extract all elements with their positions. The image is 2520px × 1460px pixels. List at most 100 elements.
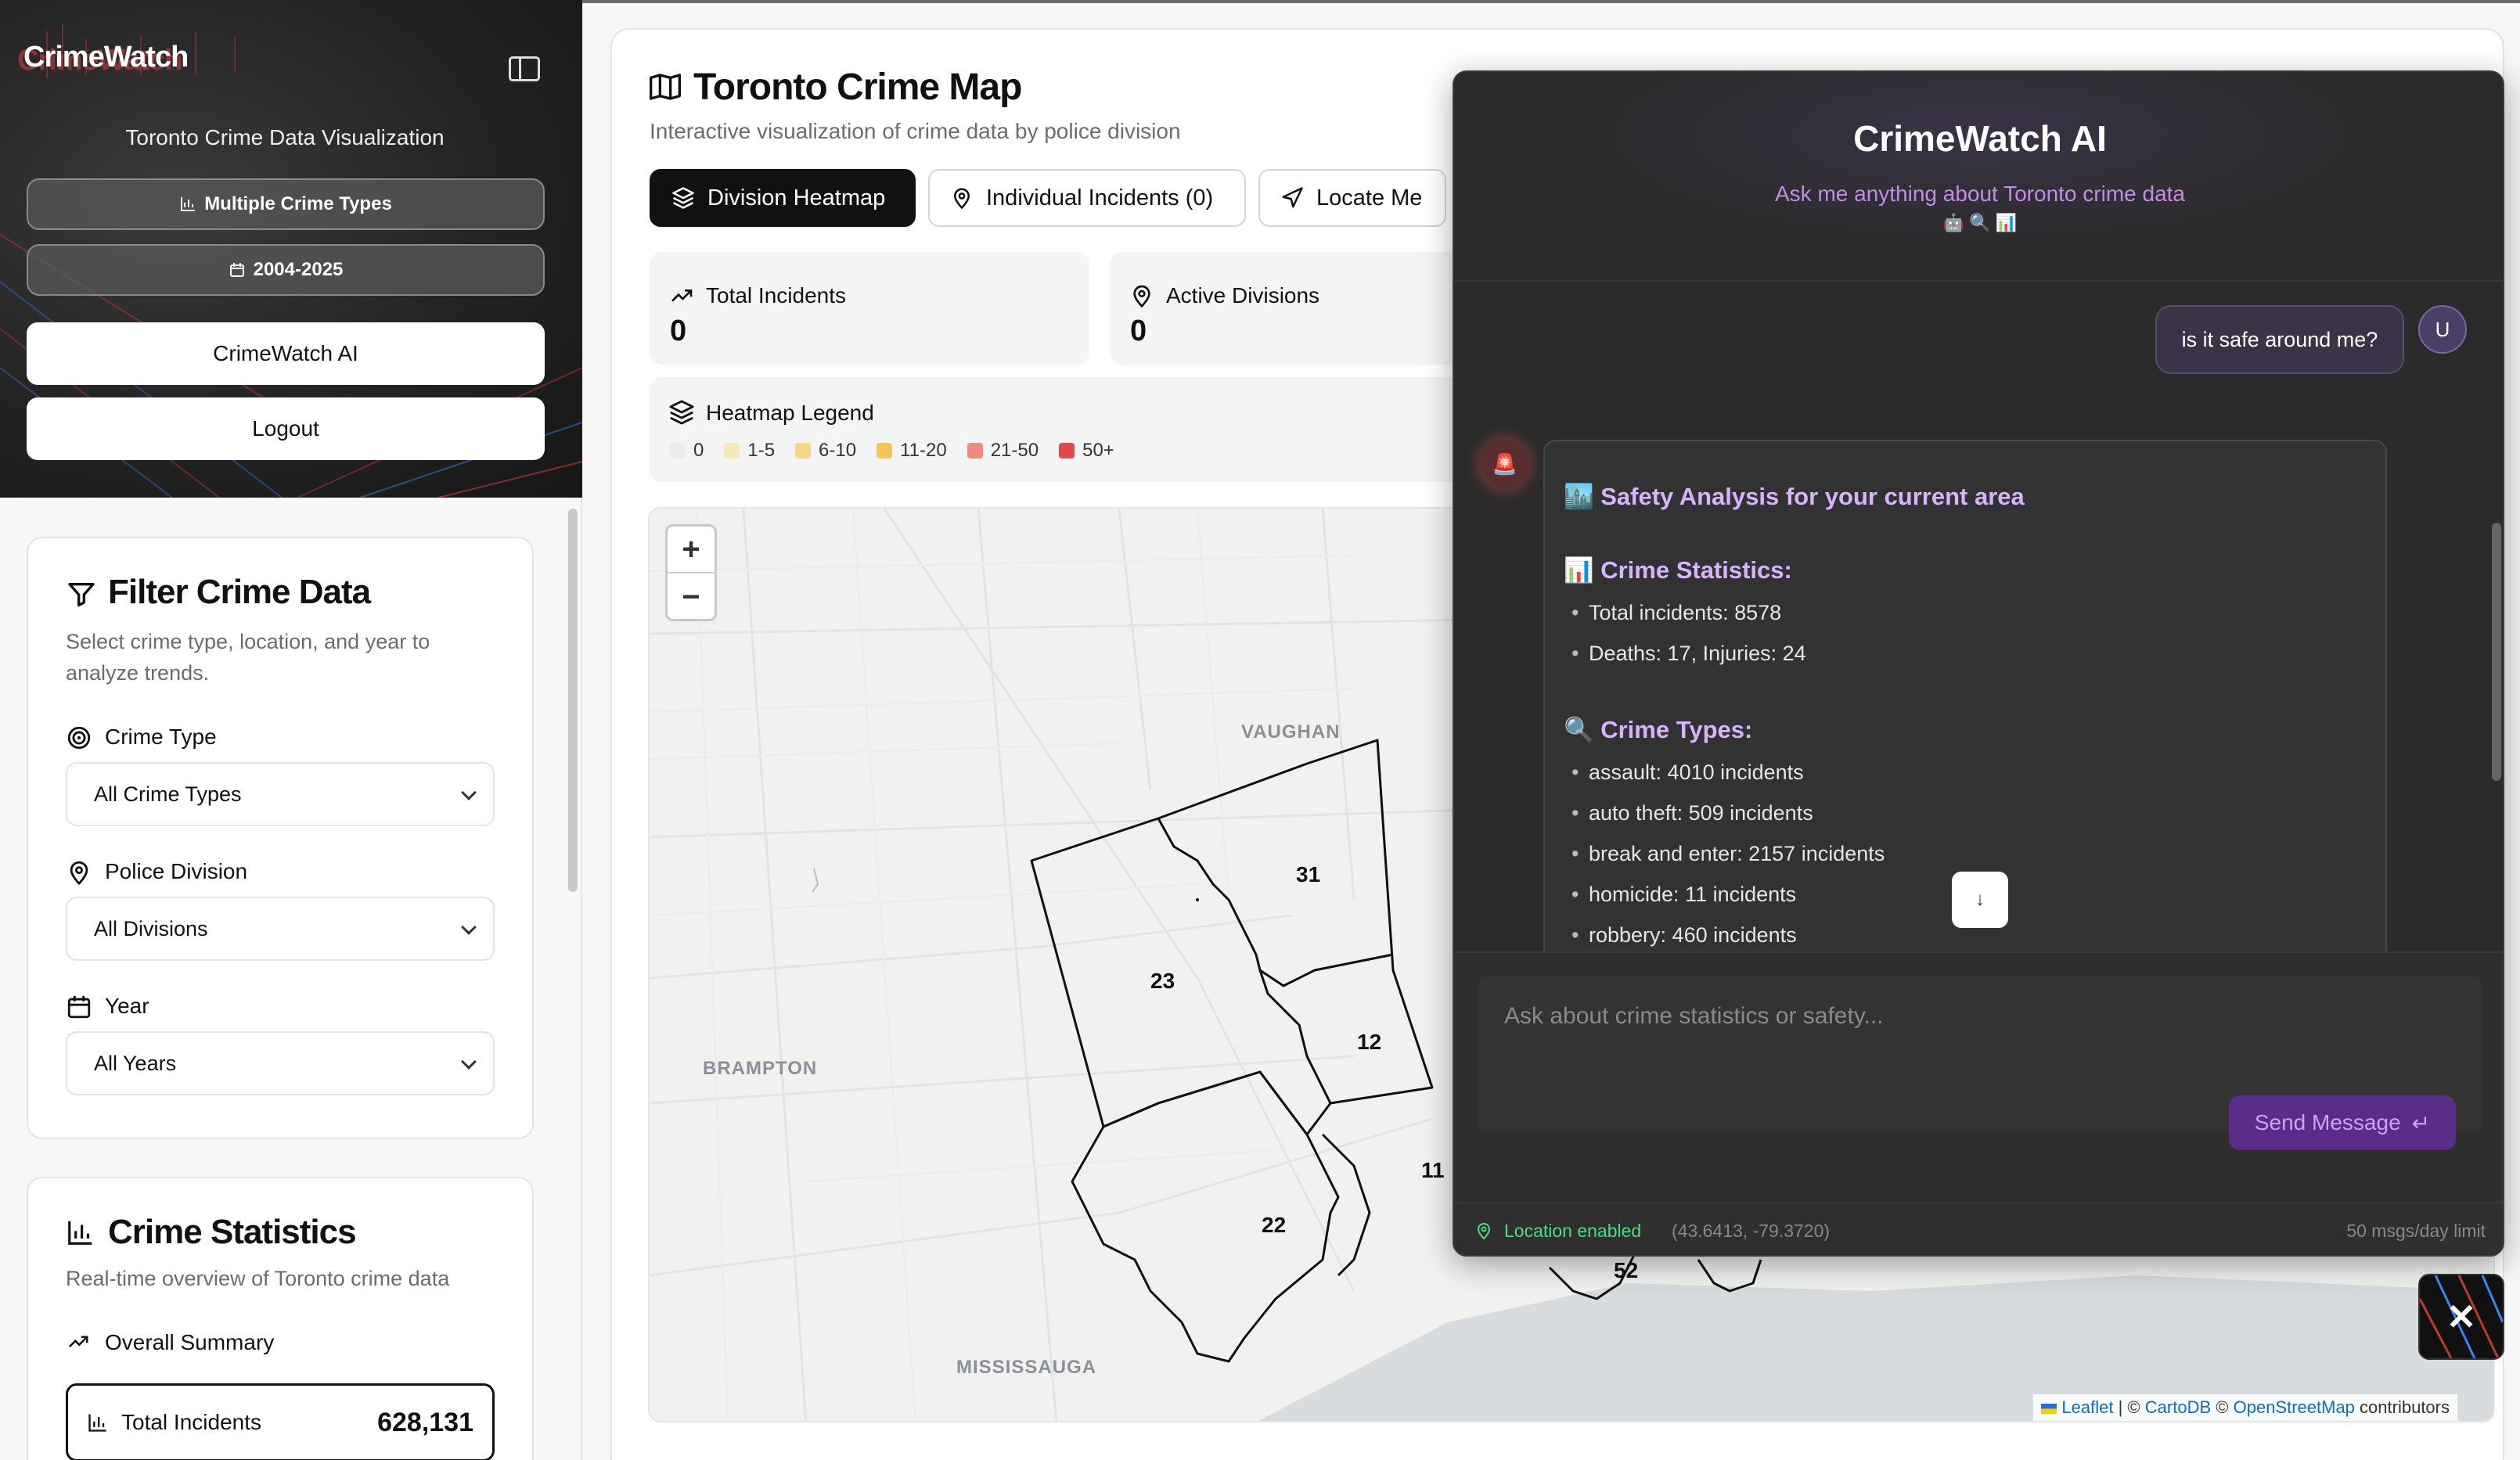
map-pin-icon: [953, 188, 970, 210]
sidebar-scrollbar[interactable]: [568, 509, 578, 892]
crime-types-heading: 🔍 Crime Types:: [1564, 716, 1753, 743]
chat-subtitle: Ask me anything about Toronto crime data: [1774, 182, 2185, 206]
crime-type-line: robbery: 460 incidents: [1571, 923, 1797, 948]
stats-description: Real-time overview of Toronto crime data: [66, 1267, 450, 1290]
police-division-label: Police Division: [105, 859, 248, 883]
sidebar-toggle-icon[interactable]: [509, 56, 540, 81]
crime-type-label: Crime Type: [105, 725, 217, 749]
legend-label: 0: [693, 440, 704, 461]
ai-chat-panel: CrimeWatch AI Ask me anything about Toro…: [1453, 70, 2504, 1257]
scroll-down-button[interactable]: ↓: [1952, 872, 2008, 928]
stat-line: Total incidents: 8578: [1571, 601, 1781, 625]
legend-label: 11-20: [900, 440, 947, 461]
legend-swatch: [1059, 443, 1075, 458]
cartodb-link[interactable]: CartoDB: [2145, 1397, 2211, 1417]
crime-types-pill-label: Multiple Crime Types: [204, 193, 392, 214]
map-attribution: Leaflet | © CartoDB © OpenStreetMap cont…: [2033, 1394, 2457, 1421]
tab-division-heatmap[interactable]: Division Heatmap: [650, 169, 916, 227]
filter-icon: [68, 583, 95, 606]
overall-summary-label: Overall Summary: [105, 1330, 275, 1354]
chat-scrollbar[interactable]: [2492, 523, 2501, 781]
years-pill[interactable]: 2004-2025: [27, 244, 545, 296]
year-select[interactable]: All Years: [66, 1031, 495, 1095]
year-value: All Years: [94, 1051, 177, 1075]
legend-title: Heatmap Legend: [706, 401, 874, 425]
tab-individual-incidents-label: Individual Incidents (0): [986, 185, 1214, 210]
navigation-icon: [1282, 187, 1303, 208]
logout-button[interactable]: Logout: [27, 397, 545, 460]
active-divisions-label: Active Divisions: [1166, 283, 1320, 307]
legend-item: 50+: [1059, 440, 1114, 462]
attribution-contributors: contributors: [2360, 1397, 2450, 1417]
close-chat-button[interactable]: ✕: [2418, 1274, 2504, 1360]
legend-swatch: [724, 443, 740, 458]
close-icon: ✕: [2446, 1296, 2477, 1337]
user-avatar: U: [2418, 305, 2467, 354]
legend-items: 0 1-5 6-10 11-20 21-50 50+: [670, 440, 1114, 462]
crime-type-select[interactable]: All Crime Types: [66, 762, 495, 826]
locate-me-button[interactable]: Locate Me: [1258, 169, 1446, 227]
siren-icon: 🚨: [1481, 440, 1529, 488]
legend-label: 1-5: [747, 440, 776, 461]
message-limit: 50 msgs/day limit: [2346, 1221, 2486, 1241]
layers-icon: [669, 400, 694, 425]
legend-swatch: [877, 443, 893, 458]
chat-footer: Location enabled (43.6413, -79.3720) 50 …: [1454, 1202, 2503, 1255]
police-division-select[interactable]: All Divisions: [66, 897, 495, 961]
legend-swatch: [670, 443, 686, 458]
location-pin-icon: [1477, 1223, 1491, 1240]
tab-individual-incidents[interactable]: Individual Incidents (0): [928, 169, 1246, 227]
crime-types-pill[interactable]: Multiple Crime Types: [27, 178, 545, 230]
zoom-out-button[interactable]: −: [668, 574, 715, 620]
app-logo[interactable]: CrimeWatch: [23, 41, 189, 74]
division-label[interactable]: 52: [1614, 1258, 1638, 1283]
legend-swatch: [967, 443, 983, 458]
crime-type-value: All Crime Types: [94, 782, 242, 806]
stats-title: Crime Statistics: [108, 1213, 357, 1251]
send-message-button[interactable]: Send Message ↵: [2229, 1095, 2456, 1150]
division-label[interactable]: 12: [1357, 1030, 1381, 1055]
crimewatch-ai-button[interactable]: CrimeWatch AI: [27, 322, 545, 385]
crime-statistics-heading: 📊 Crime Statistics:: [1564, 556, 1792, 584]
legend-item: 1-5: [724, 440, 775, 462]
legend-label: 6-10: [819, 440, 857, 461]
trending-up-icon: [671, 289, 693, 302]
bar-chart-icon: [181, 197, 196, 211]
legend-item: 0: [670, 440, 704, 462]
division-label[interactable]: 31: [1296, 862, 1320, 887]
place-label: VAUGHAN: [1241, 721, 1341, 743]
crime-type-line: assault: 4010 incidents: [1571, 761, 1804, 785]
active-divisions-value: 0: [1130, 315, 1147, 347]
attribution-separator: | ©: [2118, 1397, 2140, 1417]
division-label[interactable]: 23: [1150, 969, 1175, 994]
zoom-in-button[interactable]: +: [668, 527, 715, 574]
leaflet-link[interactable]: Leaflet: [2061, 1397, 2113, 1417]
legend-item: 21-50: [967, 440, 1039, 462]
app-subtitle: Toronto Crime Data Visualization: [125, 125, 445, 149]
police-division-value: All Divisions: [94, 916, 208, 940]
chevron-down-icon: [461, 785, 477, 800]
sidebar: CrimeWatch CrimeWatch Toronto Crime Data…: [0, 0, 582, 1460]
chat-input-area: Ask about crime statistics or safety... …: [1454, 951, 2503, 1202]
total-incidents-card: Total Incidents 0: [650, 252, 1089, 365]
analysis-heading: 🏙️ Safety Analysis for your current area: [1564, 483, 2025, 510]
openstreetmap-link[interactable]: OpenStreetMap: [2234, 1397, 2355, 1417]
location-coordinates: (43.6413, -79.3720): [1672, 1221, 1831, 1241]
zoom-control[interactable]: + −: [665, 524, 717, 621]
division-label[interactable]: 22: [1262, 1213, 1286, 1238]
chevron-down-icon: [461, 919, 477, 935]
chevron-down-icon: [461, 1054, 477, 1070]
chat-title: CrimeWatch AI: [1853, 118, 2107, 159]
filter-title: Filter Crime Data: [108, 573, 371, 611]
user-message: is it safe around me?: [2155, 305, 2404, 374]
legend-label: 50+: [1082, 440, 1114, 461]
division-label[interactable]: 11: [1421, 1158, 1445, 1183]
legend-label: 21-50: [990, 440, 1039, 461]
crime-statistics-card: Crime Statistics Real-time overview of T…: [27, 1177, 534, 1460]
calendar-icon: [229, 263, 244, 277]
total-incidents-label: Total Incidents: [121, 1410, 261, 1434]
crime-type-line: auto theft: 509 incidents: [1571, 801, 1813, 825]
layers-icon: [672, 187, 694, 209]
place-label: MISSISSAUGA: [956, 1357, 1097, 1378]
page-title: Toronto Crime Map: [693, 67, 1022, 108]
